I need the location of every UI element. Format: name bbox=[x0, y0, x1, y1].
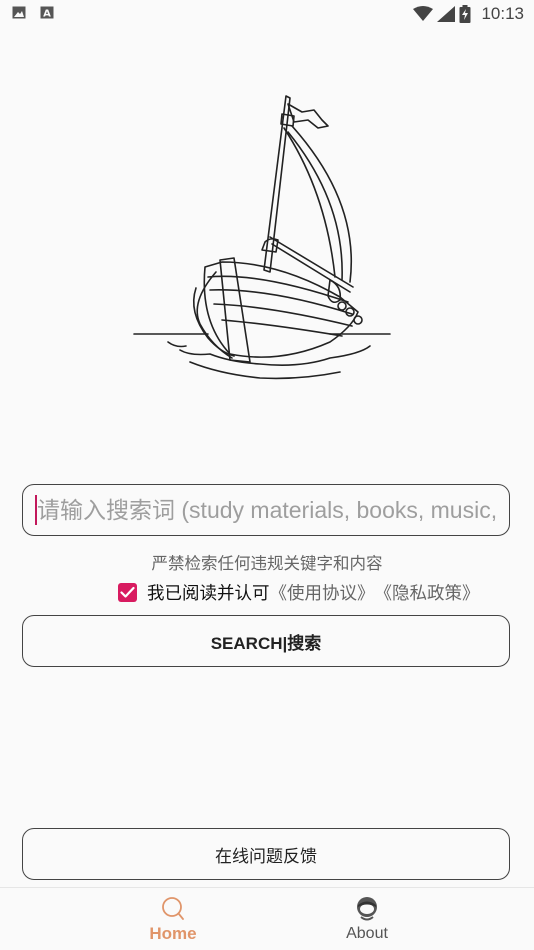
status-bar: A 10:13 bbox=[0, 0, 534, 30]
wifi-icon bbox=[413, 6, 434, 21]
status-left-icons: A bbox=[12, 6, 54, 19]
checkmark-icon bbox=[120, 586, 135, 598]
nav-item-home[interactable]: Home bbox=[0, 888, 346, 950]
status-right-icons: 10:13 bbox=[413, 4, 524, 24]
search-input-container[interactable] bbox=[22, 484, 510, 536]
terms-link[interactable]: 《使用协议》 bbox=[270, 580, 375, 605]
search-input[interactable] bbox=[37, 496, 507, 524]
battery-icon bbox=[459, 5, 471, 23]
agree-checkbox[interactable] bbox=[118, 582, 137, 602]
text-a-icon: A bbox=[40, 6, 54, 19]
status-time: 10:13 bbox=[481, 4, 524, 23]
sailboat-illustration bbox=[133, 95, 391, 380]
bottom-nav: Home About bbox=[0, 887, 534, 950]
agreement-label: 我已阅读并认可 bbox=[147, 583, 270, 604]
search-button[interactable]: SEARCH|搜索 bbox=[22, 615, 510, 667]
nav-label-about: About bbox=[346, 925, 388, 942]
avatar-icon bbox=[357, 897, 377, 921]
signal-icon bbox=[437, 6, 456, 22]
privacy-link[interactable]: 《隐私政策》 bbox=[375, 580, 480, 605]
nav-label-home: Home bbox=[149, 924, 197, 943]
agreement-row: 我已阅读并认可 《使用协议》 《隐私政策》 bbox=[118, 580, 480, 604]
feedback-button[interactable]: 在线问题反馈 bbox=[22, 828, 510, 880]
notice-text: 严禁检索任何违规关键字和内容 bbox=[151, 554, 383, 573]
search-icon bbox=[162, 897, 184, 920]
svg-text:A: A bbox=[43, 9, 51, 20]
nav-item-about[interactable]: About bbox=[346, 888, 534, 950]
app-screen: A 10:13 请输入搜索词 (study materials, books, … bbox=[0, 0, 534, 950]
image-icon bbox=[12, 6, 26, 19]
